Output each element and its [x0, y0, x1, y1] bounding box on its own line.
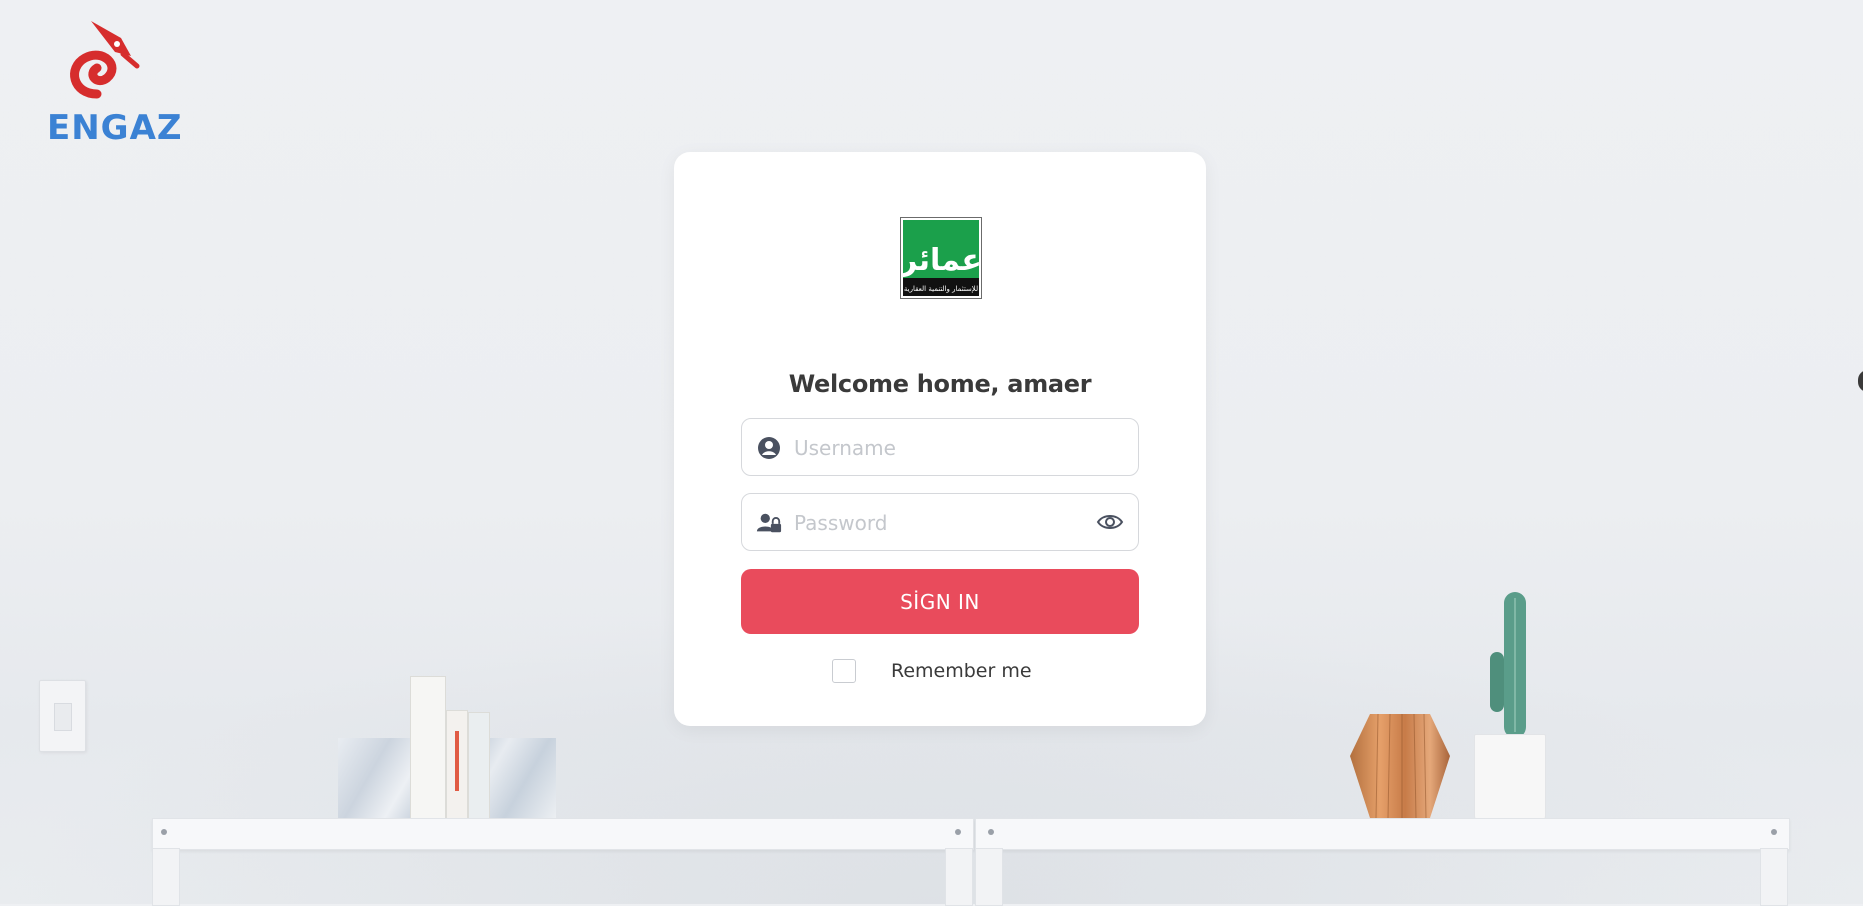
- book: [468, 712, 490, 822]
- username-field[interactable]: [741, 418, 1139, 477]
- client-logo-mark: عمائر للإستثمار والتنمية العقارية: [901, 243, 981, 293]
- wall-switch: [39, 680, 86, 752]
- rocket-swirl-icon: [70, 21, 140, 99]
- user-circle-icon: [758, 437, 780, 459]
- shelf-leg: [975, 848, 1003, 906]
- login-card: عمائر للإستثمار والتنمية العقارية Welcom…: [674, 152, 1206, 726]
- remember-me-label[interactable]: Remember me: [891, 660, 1032, 682]
- username-input[interactable]: [792, 419, 1096, 477]
- engaz-logo-text: ENGAZ: [47, 108, 183, 148]
- side-handle[interactable]: [1858, 370, 1863, 392]
- password-input[interactable]: [792, 494, 1096, 552]
- shelf-right: [975, 818, 1790, 850]
- plant-pot: [1474, 734, 1546, 822]
- shelf-leg: [152, 848, 180, 906]
- shelf-leg: [1760, 848, 1788, 906]
- client-logo: عمائر للإستثمار والتنمية العقارية: [900, 217, 982, 299]
- sign-in-button[interactable]: SİGN IN: [741, 569, 1139, 634]
- client-logo-subtext: للإستثمار والتنمية العقارية: [904, 285, 978, 293]
- book: [410, 676, 446, 822]
- user-lock-icon: [756, 513, 782, 533]
- book: [446, 710, 468, 822]
- welcome-heading: Welcome home, amaer: [788, 370, 1092, 398]
- eye-icon[interactable]: [1096, 508, 1124, 536]
- engaz-logo: ENGAZ: [45, 16, 195, 148]
- cactus: [1490, 592, 1526, 738]
- password-field[interactable]: [741, 493, 1139, 552]
- copper-vase: [1350, 713, 1450, 819]
- client-logo-text: عمائر: [901, 243, 981, 278]
- shelf-leg: [945, 848, 973, 906]
- remember-me-checkbox[interactable]: [832, 659, 856, 683]
- shelf-left: [152, 818, 974, 850]
